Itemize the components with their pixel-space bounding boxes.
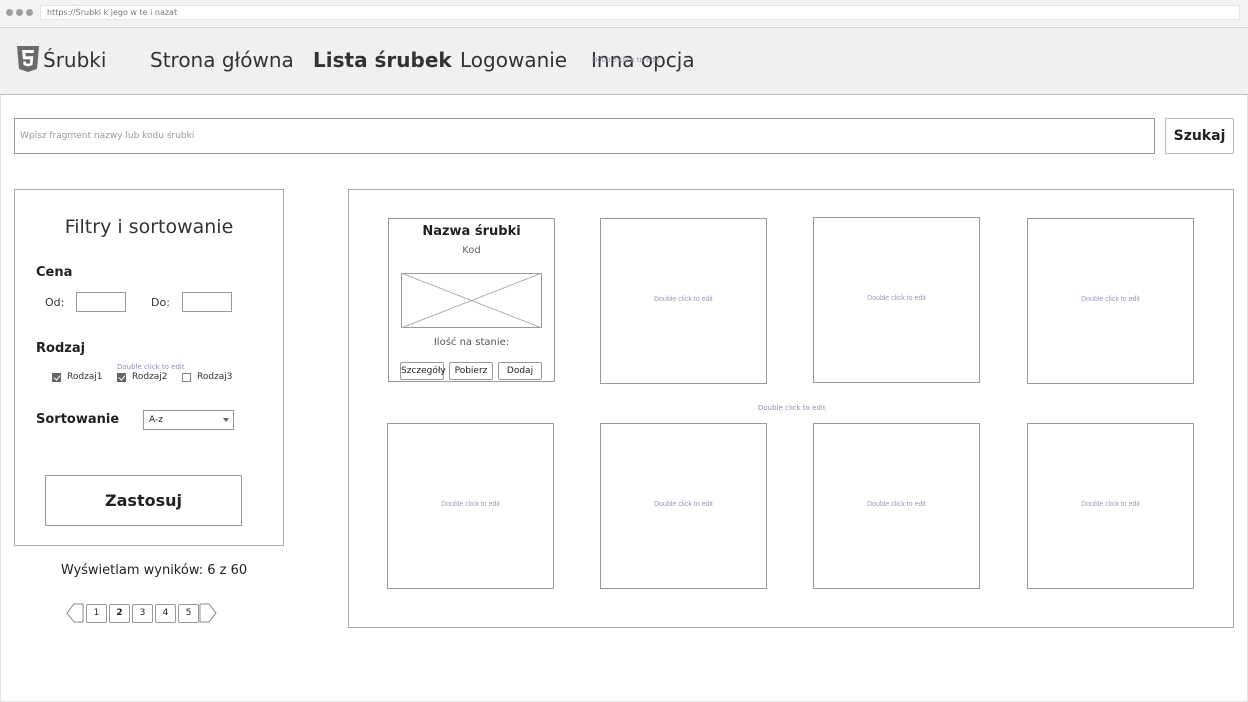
product-card-placeholder[interactable]: Double click to edit: [600, 423, 767, 589]
price-label: Cena: [36, 265, 73, 280]
product-card[interactable]: Nazwa śrubki Kod Ilość na stanie: Szczeg…: [388, 218, 555, 382]
browser-chrome: https://Śrubki k jego w te i nazat: [0, 0, 1248, 26]
price-from-label: Od:: [45, 296, 65, 309]
page-1[interactable]: 1: [86, 604, 107, 623]
checkbox-label-rodzaj3: Rodzaj3: [197, 372, 233, 382]
checkbox-rodzaj2[interactable]: [117, 373, 126, 382]
page-5[interactable]: 5: [178, 604, 199, 623]
edit-hint: Double click to edit: [1081, 501, 1140, 508]
product-card-placeholder[interactable]: Double click to edit: [1027, 218, 1194, 384]
nav-link-home[interactable]: Strona główna: [150, 48, 294, 72]
search-input[interactable]: [14, 118, 1155, 154]
sort-select-value: A-z: [149, 415, 163, 425]
product-card-placeholder[interactable]: Double click to edit: [813, 423, 980, 589]
edit-hint: Double click to edit: [592, 56, 660, 64]
chevron-down-icon: [223, 418, 229, 422]
filters-title: Filtry i sortowanie: [64, 216, 234, 238]
chevron-right-icon[interactable]: [199, 603, 217, 623]
page-2[interactable]: 2: [109, 604, 130, 623]
edit-hint: Double click to edit: [867, 295, 926, 302]
page-3[interactable]: 3: [132, 604, 153, 623]
details-button[interactable]: Szczegóły: [400, 362, 446, 380]
edit-hint: Double click to edit: [441, 501, 500, 508]
type-label: Rodzaj: [36, 341, 86, 356]
checkbox-label-rodzaj2: Rodzaj2: [132, 372, 168, 382]
window-dot-icon: [6, 9, 13, 16]
add-button[interactable]: Dodaj: [498, 362, 542, 380]
filters-panel: Filtry i sortowanie Cena Od: Do: Rodzaj …: [14, 189, 284, 546]
brand-name[interactable]: Śrubki: [43, 48, 106, 72]
edit-hint: Double click to edit: [654, 501, 713, 508]
edit-hint: Double click to edit: [758, 404, 826, 412]
apply-button[interactable]: Zastosuj: [45, 475, 242, 526]
stock-label: Ilość na stanie:: [433, 337, 510, 348]
page-4[interactable]: 4: [155, 604, 176, 623]
edit-hint: Double click to edit: [867, 501, 926, 508]
checkbox-rodzaj1[interactable]: [52, 373, 61, 382]
sort-select[interactable]: A-z: [143, 410, 234, 430]
price-from-input[interactable]: [76, 292, 126, 312]
sort-label: Sortowanie: [36, 412, 120, 427]
edit-hint: Double click to edit: [117, 363, 185, 371]
address-bar[interactable]: https://Śrubki k jego w te i nazat: [40, 5, 1240, 20]
nav-link-bolt-list[interactable]: Lista śrubek: [313, 48, 452, 72]
edit-hint: Double click to edit: [1081, 296, 1140, 303]
checkbox-label-rodzaj1: Rodzaj1: [67, 372, 103, 382]
results-count: Wyświetlam wyników: 6 z 60: [60, 563, 248, 578]
search-button[interactable]: Szukaj: [1165, 118, 1234, 154]
navbar: Śrubki Strona główna Lista śrubek Logowa…: [0, 27, 1248, 95]
download-button[interactable]: Pobierz: [449, 362, 493, 380]
html5-shield-icon: [17, 46, 39, 72]
window-dot-icon: [16, 9, 23, 16]
nav-link-login[interactable]: Logowanie: [460, 48, 567, 72]
product-name: Nazwa śrubki: [422, 224, 521, 239]
chevron-left-icon[interactable]: [66, 603, 84, 623]
image-placeholder-icon: [401, 273, 542, 328]
product-grid: Double click to edit Nazwa śrubki Kod Il…: [348, 189, 1234, 628]
product-card-placeholder[interactable]: Double click to edit: [813, 217, 980, 383]
price-to-input[interactable]: [182, 292, 232, 312]
window-dot-icon: [26, 9, 33, 16]
product-card-placeholder[interactable]: Double click to edit: [1027, 423, 1194, 589]
price-to-label: Do:: [151, 296, 170, 309]
product-card-placeholder[interactable]: Double click to edit: [600, 218, 767, 384]
edit-hint: Double click to edit: [654, 296, 713, 303]
checkbox-rodzaj3[interactable]: [182, 373, 191, 382]
product-code: Kod: [462, 245, 481, 256]
product-card-placeholder[interactable]: Double click to edit: [387, 423, 554, 589]
